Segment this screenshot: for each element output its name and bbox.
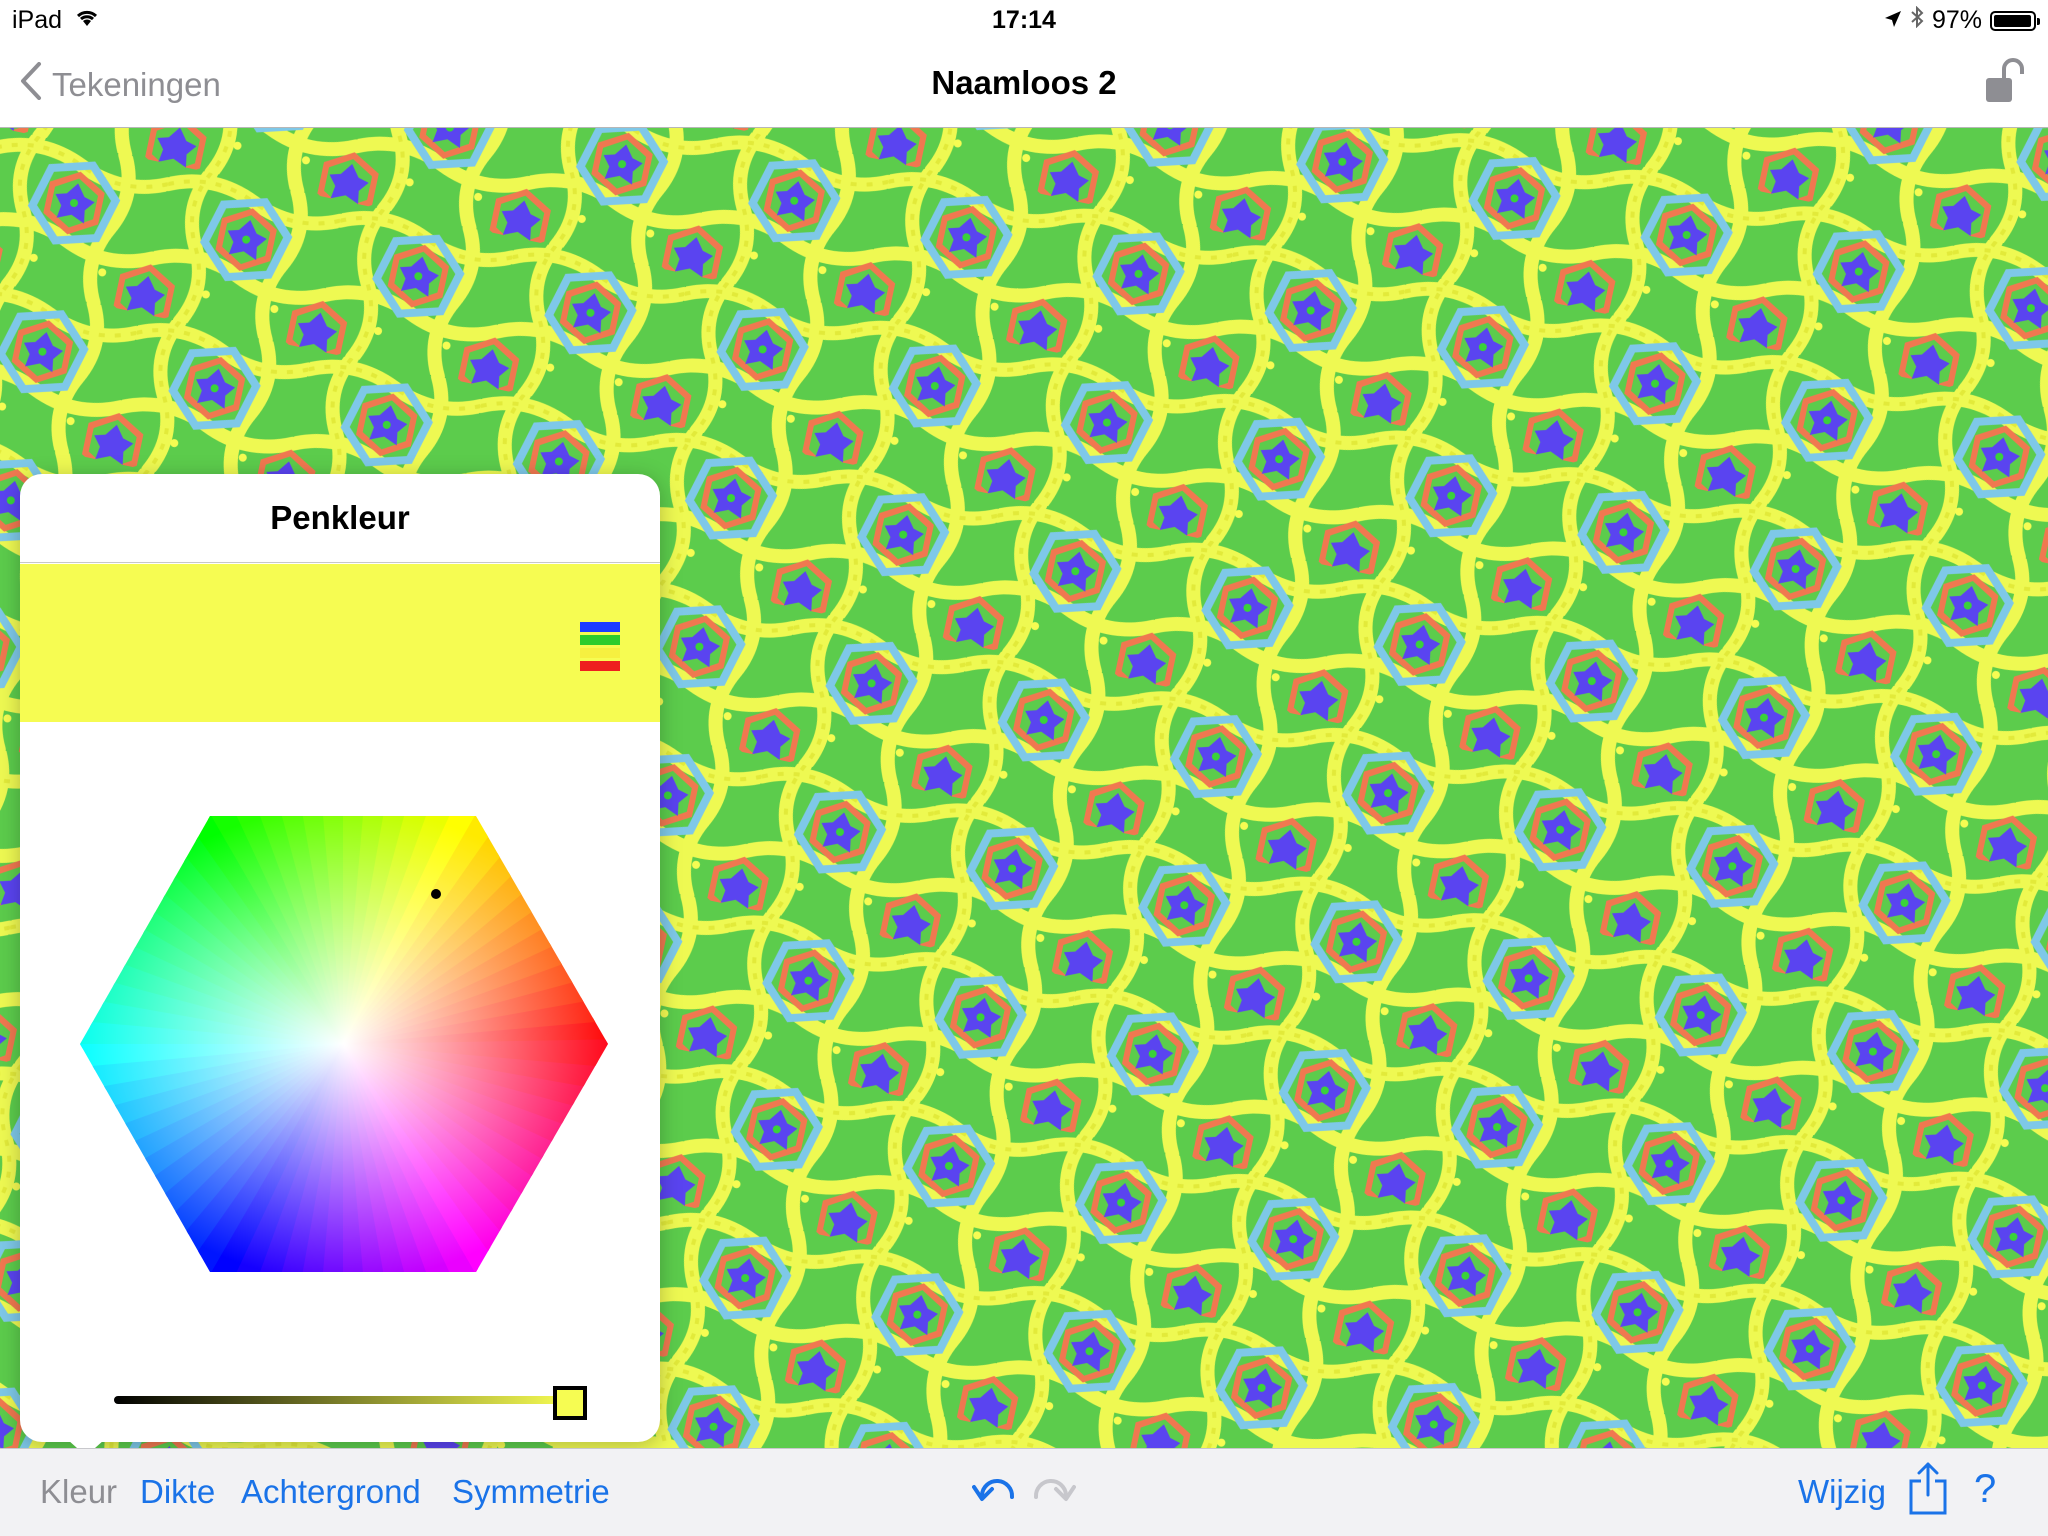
battery-level xyxy=(1994,14,2031,27)
battery-percent: 97% xyxy=(1931,6,1982,34)
tab-achtergrond[interactable]: Achtergrond xyxy=(241,1473,421,1511)
brightness-slider-thumb[interactable] xyxy=(553,1386,587,1420)
color-palette-icon[interactable] xyxy=(580,622,620,671)
edit-button[interactable]: Wijzig xyxy=(1798,1473,1886,1511)
tab-kleur[interactable]: Kleur xyxy=(40,1473,117,1511)
pen-color-popover: Penkleur xyxy=(20,474,660,1442)
popover-title: Penkleur xyxy=(20,474,660,563)
navigation-bar: Tekeningen Naamloos 2 xyxy=(0,40,2048,128)
tab-symmetrie[interactable]: Symmetrie xyxy=(452,1473,610,1511)
color-picker-marker[interactable] xyxy=(431,889,441,899)
location-icon xyxy=(1884,6,1902,35)
status-right: 97% xyxy=(1884,5,2040,35)
undo-arrow-icon[interactable] xyxy=(972,1475,1016,1516)
chevron-left-icon xyxy=(20,62,42,108)
help-button[interactable]: ? xyxy=(1974,1467,1996,1512)
brightness-slider-track[interactable] xyxy=(114,1396,568,1404)
unlocked-padlock-icon[interactable] xyxy=(1984,58,2024,109)
back-label: Tekeningen xyxy=(52,66,221,103)
back-button[interactable]: Tekeningen xyxy=(20,62,221,108)
bluetooth-icon xyxy=(1910,5,1924,35)
status-bar: iPad 17:14 97% xyxy=(0,0,2048,40)
share-icon[interactable] xyxy=(1908,1461,1948,1520)
status-time: 17:14 xyxy=(992,6,1056,34)
battery-icon xyxy=(1990,10,2040,31)
page-title: Naamloos 2 xyxy=(931,64,1117,101)
tab-dikte[interactable]: Dikte xyxy=(140,1473,215,1511)
redo-arrow-icon[interactable] xyxy=(1032,1475,1076,1516)
current-color-swatch xyxy=(20,564,660,722)
bottom-toolbar: Kleur Dikte Achtergrond Symmetrie Wijzig… xyxy=(0,1448,2048,1536)
hexagon-color-picker[interactable] xyxy=(78,814,608,1279)
